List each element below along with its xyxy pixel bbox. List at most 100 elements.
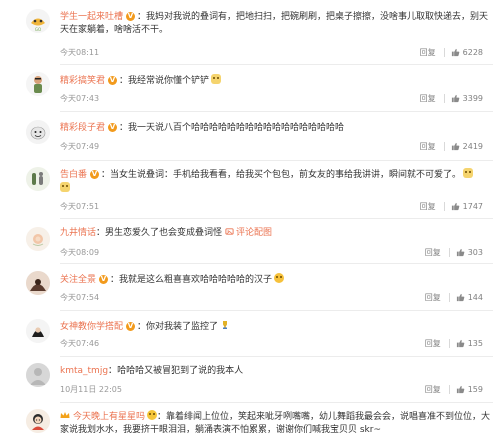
- reply-button[interactable]: 回复: [420, 201, 436, 212]
- like-button[interactable]: 6228: [451, 47, 483, 58]
- username[interactable]: 学生一起来吐槽: [60, 12, 123, 22]
- cat-emoji-icon: [211, 74, 222, 84]
- like-count: 159: [467, 385, 483, 394]
- username[interactable]: kmta_tmjg: [60, 366, 108, 376]
- verified-badge-icon: V: [108, 76, 118, 85]
- action-divider: [443, 94, 445, 103]
- reply-button[interactable]: 回复: [425, 292, 441, 303]
- action-divider: [443, 48, 445, 57]
- like-count: 303: [467, 248, 483, 257]
- image-link[interactable]: 评论配图: [236, 228, 272, 238]
- divider: [60, 160, 493, 161]
- reply-button[interactable]: 回复: [425, 384, 441, 395]
- action-divider: [443, 142, 445, 151]
- thumbs-up-icon: [451, 94, 459, 103]
- verified-badge-icon: V: [90, 170, 100, 179]
- like-count: 6228: [462, 48, 483, 57]
- comment-item: 告白番 V ：当女生说叠词：手机给我看看，给我买个包包，前女友的事给我讲讲，瞬间就不…: [0, 162, 499, 219]
- comment-text: 我就是这么粗喜喜欢哈哈哈哈哈的汉子: [119, 275, 273, 285]
- comment-text: 哈哈哈又被冒犯到了说的我本人: [117, 366, 244, 376]
- like-button[interactable]: 2419: [451, 141, 483, 152]
- username[interactable]: 精彩段子君: [60, 123, 105, 133]
- comment-item: 女神教你学搭配 V ：你对我装了监控了 今天07:46 回复 135: [0, 311, 499, 357]
- comment-time: 今天08:11: [60, 48, 100, 57]
- thumbs-up-icon: [456, 248, 465, 257]
- crown-icon: [60, 411, 70, 419]
- thumbs-up-icon: [451, 48, 459, 57]
- comment-item: GO 学生一起来吐槽 V ：我妈对我说的叠词有，把地扫扫，把碗刷刷，把桌子擦擦，没啥…: [0, 0, 499, 66]
- reply-button[interactable]: 回复: [425, 247, 441, 258]
- verified-badge-icon: V: [126, 322, 136, 331]
- comment-time: 今天07:54: [60, 293, 100, 302]
- username[interactable]: 女神教你学搭配: [60, 322, 123, 332]
- avatar[interactable]: [26, 72, 50, 96]
- comment-item: 关注全景 V ：我就是这么粗喜喜欢哈哈哈哈哈的汉子 今天07:54 回复 144: [0, 263, 499, 311]
- action-divider: [443, 202, 445, 211]
- username[interactable]: 告白番: [60, 170, 87, 180]
- reply-button[interactable]: 回复: [420, 47, 436, 58]
- comment-time: 今天07:46: [60, 339, 100, 348]
- divider: [60, 111, 493, 112]
- comment-text: 我一天说八百个哈哈哈哈哈哈哈哈哈哈哈哈哈哈哈哈哈: [128, 123, 345, 133]
- comment-item: 今天晚上有星星吗 ：靠着绯闻上位位，笑起来呲牙咧嘴嘴，幼儿舞蹈我最会会，说唱喜准不…: [0, 402, 499, 448]
- like-button[interactable]: 144: [456, 292, 483, 303]
- like-button[interactable]: 1747: [451, 201, 483, 212]
- svg-text:GO: GO: [35, 27, 41, 32]
- reply-button[interactable]: 回复: [425, 338, 441, 349]
- like-count: 1747: [462, 202, 483, 211]
- username[interactable]: 九井情话: [60, 228, 96, 238]
- like-count: 135: [467, 339, 483, 348]
- username[interactable]: 今天晚上有星星吗: [73, 412, 145, 422]
- avatar[interactable]: GO: [26, 9, 50, 33]
- avatar[interactable]: [26, 227, 50, 251]
- comment-time: 今天07:49: [60, 142, 100, 151]
- avatar[interactable]: [26, 167, 50, 191]
- action-divider: [448, 339, 450, 348]
- like-count: 2419: [462, 142, 483, 151]
- image-link-icon: [225, 227, 234, 236]
- thumbs-up-icon: [451, 202, 459, 211]
- comment-text: 男生恋爱久了也会变成叠词怪: [105, 228, 223, 238]
- like-button[interactable]: 303: [456, 247, 483, 258]
- comment-item: kmta_tmjg：哈哈哈又被冒犯到了说的我本人 10月11日 22:05 回复…: [0, 356, 499, 403]
- reply-button[interactable]: 回复: [420, 93, 436, 104]
- comment-item: 九井情话：男生恋爱久了也会变成叠词怪 评论配图 今天08:09 回复 303: [0, 219, 499, 264]
- comment-text: 我经常说你懂个铲铲: [128, 76, 210, 86]
- comment-time: 今天07:51: [60, 202, 100, 211]
- cat-emoji-icon: [60, 181, 70, 192]
- thumbs-up-icon: [456, 293, 465, 302]
- username[interactable]: 精彩搞笑君: [60, 76, 105, 86]
- action-divider: [448, 385, 450, 394]
- comment-item: 精彩搞笑君 V ：我经常说你懂个铲铲 今天07:43 回复 3399: [0, 66, 499, 114]
- action-divider: [448, 293, 450, 302]
- username[interactable]: 关注全景: [60, 275, 96, 285]
- avatar[interactable]: [26, 409, 50, 433]
- thumbs-up-icon: [451, 142, 459, 151]
- thumbs-up-icon: [456, 339, 465, 348]
- cat-emoji-icon: [463, 168, 474, 178]
- thumbs-up-icon: [456, 385, 465, 394]
- like-button[interactable]: 3399: [451, 93, 483, 104]
- reply-button[interactable]: 回复: [420, 141, 436, 152]
- avatar[interactable]: [26, 319, 50, 343]
- like-count: 3399: [462, 94, 483, 103]
- comment-text: 你对我装了监控了: [146, 322, 219, 332]
- trophy-emoji-icon: [220, 320, 230, 330]
- smile-emoji-icon: [147, 410, 158, 420]
- comment-item: 精彩段子君 V ：我一天说八百个哈哈哈哈哈哈哈哈哈哈哈哈哈哈哈哈哈 今天07:49 …: [0, 114, 499, 162]
- comment-text: 我妈对我说的叠词有，把地扫扫，把碗刷刷，把桌子擦擦，没啥事儿取取快递去，别天天在…: [60, 12, 489, 35]
- avatar[interactable]: [26, 271, 50, 295]
- like-button[interactable]: 159: [456, 384, 483, 395]
- comment-time: 今天08:09: [60, 248, 100, 257]
- comment-text: 当女生说叠词：手机给我看看，给我买个包包，前女友的事给我讲讲，瞬间就不可爱了。: [110, 170, 462, 180]
- action-divider: [448, 248, 450, 257]
- like-button[interactable]: 135: [456, 338, 483, 349]
- avatar[interactable]: [26, 363, 50, 387]
- avatar[interactable]: [26, 120, 50, 144]
- divider: [60, 64, 493, 65]
- comment-time: 10月11日 22:05: [60, 385, 122, 394]
- verified-badge-icon: V: [126, 12, 136, 21]
- verified-badge-icon: V: [108, 123, 118, 132]
- comment-list: GO 学生一起来吐槽 V ：我妈对我说的叠词有，把地扫扫，把碗刷刷，把桌子擦擦，没啥…: [0, 0, 499, 448]
- verified-badge-icon: V: [99, 275, 109, 284]
